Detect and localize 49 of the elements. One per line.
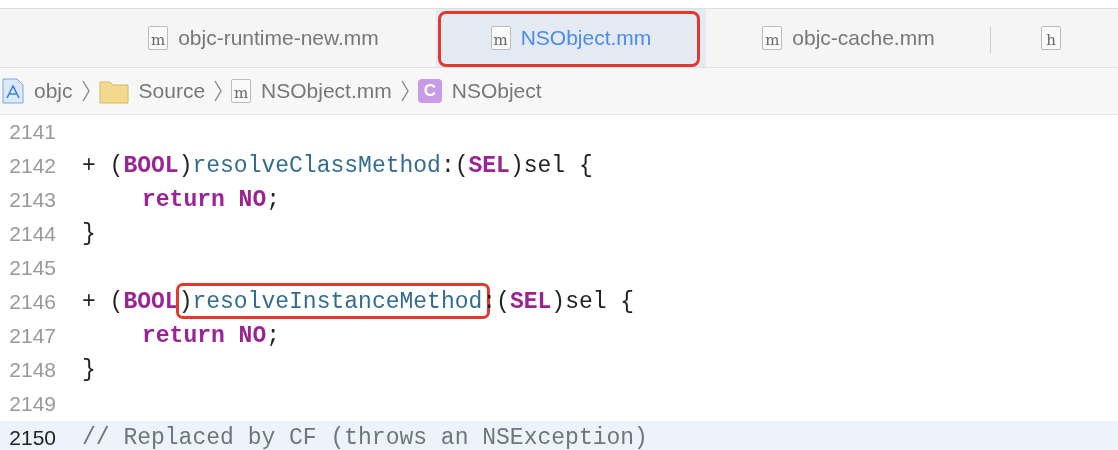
- folder-icon: [98, 78, 129, 104]
- editor-tab[interactable]: m NSObject.mm: [436, 9, 706, 67]
- editor-tab[interactable]: m objc-cache.mm: [706, 9, 991, 67]
- code-token: return NO: [142, 323, 267, 349]
- editor-tab[interactable]: m objc-runtime-new.mm: [91, 9, 436, 67]
- file-icon: m: [148, 26, 169, 50]
- code-token: BOOL: [123, 153, 179, 179]
- line-number: 2149: [8, 392, 56, 416]
- code-token: ): [178, 289, 193, 315]
- file-icon: m: [490, 26, 511, 50]
- code-token: SEL: [509, 289, 552, 315]
- code-token: ;: [266, 187, 281, 213]
- code-token: BOOL: [123, 289, 179, 315]
- line-number: 2142: [8, 154, 56, 178]
- code-token: :(: [440, 153, 469, 179]
- file-icon: h: [1041, 26, 1061, 50]
- code-token: return NO: [142, 187, 267, 213]
- line-number: 2143: [8, 188, 56, 212]
- chevron-icon: [399, 79, 410, 103]
- code-token: ;: [266, 323, 281, 349]
- code-token: // Replaced by CF (throws an NSException): [82, 425, 648, 450]
- code-token: + (: [82, 153, 124, 179]
- line-number: 2148: [8, 358, 56, 382]
- file-icon: m: [231, 79, 252, 103]
- code-token: SEL: [468, 153, 510, 179]
- line-number: 2141: [8, 120, 56, 144]
- breadcrumb-item[interactable]: m NSObject.mm: [231, 79, 392, 103]
- breadcrumb-item[interactable]: objc: [2, 78, 73, 104]
- editor-tab[interactable]: h: [991, 9, 1118, 67]
- file-icon: m: [762, 26, 783, 50]
- code-token: resolveInstanceMethod: [192, 289, 483, 315]
- chevron-icon: [80, 79, 91, 103]
- line-number: 2150: [8, 426, 56, 450]
- line-number: 2147: [8, 324, 56, 348]
- chevron-icon: [213, 79, 224, 103]
- code-token: resolveClassMethod: [192, 153, 441, 179]
- line-number: 2146: [8, 290, 56, 314]
- breadcrumb-item[interactable]: C NSObject: [417, 79, 542, 103]
- code-token: )sel {: [551, 289, 635, 315]
- code-token: + (: [82, 289, 124, 315]
- breadcrumb-item[interactable]: Source: [98, 78, 206, 104]
- line-number: 2145: [8, 256, 56, 280]
- code-token: }: [82, 221, 96, 247]
- class-icon: C: [417, 79, 442, 103]
- line-number: 2144: [8, 222, 56, 246]
- code-token: ): [178, 153, 193, 179]
- code-token: }: [82, 357, 96, 383]
- project-icon: [2, 78, 24, 104]
- code-token: )sel {: [509, 153, 593, 179]
